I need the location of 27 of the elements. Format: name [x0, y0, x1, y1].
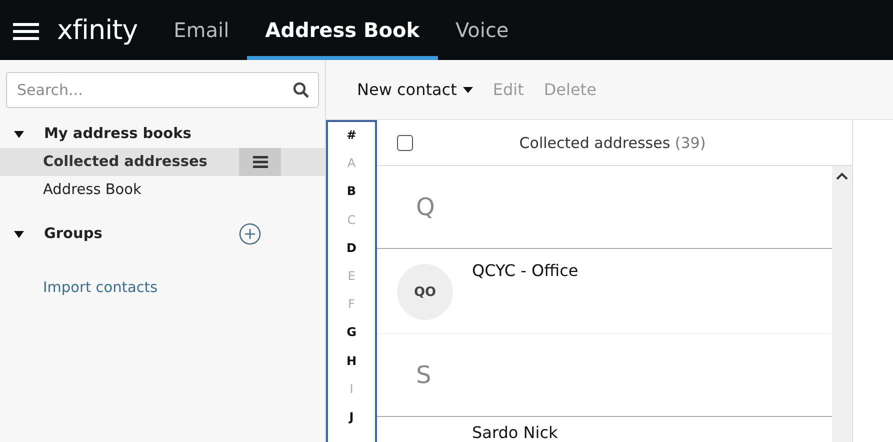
nav-tab[interactable]: Email — [156, 4, 248, 60]
section-title: Groups — [44, 226, 104, 242]
menu-icon[interactable] — [239, 148, 281, 176]
toolbar-button[interactable]: New contact — [348, 76, 482, 103]
nav-tab[interactable]: Voice — [438, 4, 527, 60]
list-title: Collected addresses (39) — [518, 134, 707, 152]
search-icon — [293, 82, 309, 98]
contact-row[interactable]: QO QCYC - Office — [377, 249, 832, 334]
index-letter[interactable]: H — [346, 354, 357, 382]
address-book-item[interactable]: Address Book — [0, 176, 325, 204]
section-letter: S — [416, 361, 432, 389]
section-title: My address books — [44, 126, 192, 142]
caret-icon — [462, 86, 473, 92]
avatar: QO — [397, 264, 453, 320]
logo[interactable]: xfinity — [57, 14, 138, 46]
index-letter[interactable]: D — [346, 240, 356, 269]
section-letter: Q — [416, 193, 435, 221]
import-contacts-link[interactable]: Import contacts — [43, 280, 158, 296]
address-book-item[interactable]: Collected addresses — [0, 148, 325, 176]
search-field[interactable]: Search... — [6, 72, 319, 108]
index-letter[interactable]: B — [346, 184, 356, 213]
select-all-checkbox[interactable] — [397, 134, 413, 150]
index-letter[interactable]: G — [346, 325, 356, 354]
index-letter[interactable]: J — [349, 410, 354, 438]
index-letter[interactable]: # — [346, 128, 357, 156]
menu-icon[interactable] — [13, 22, 39, 40]
scroll-up-icon[interactable] — [836, 172, 848, 180]
